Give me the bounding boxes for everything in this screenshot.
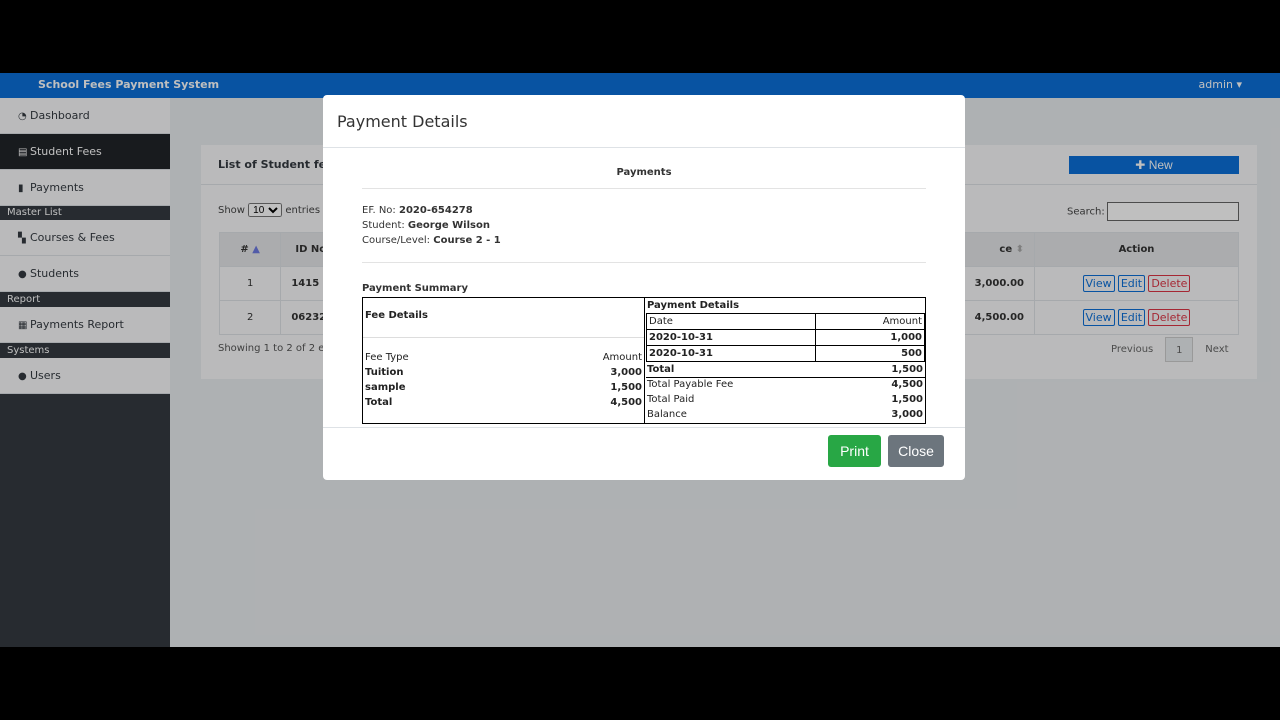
course-level: Course/Level: Course 2 - 1 xyxy=(362,235,501,246)
fee-total-row: Total 4,500 xyxy=(365,397,642,408)
payments-total-row: Total 1,500 xyxy=(646,363,925,378)
close-button[interactable]: Close xyxy=(888,435,944,467)
payment-details-heading: Payment Details xyxy=(647,300,740,311)
ef-number: EF. No: 2020-654278 xyxy=(362,205,473,216)
payment-summary-title: Payment Summary xyxy=(362,283,468,294)
modal-header: Payment Details xyxy=(323,95,965,148)
payment-summary-box: Fee Details Fee Type Amount Tuition 3,000 … xyxy=(362,297,926,424)
fee-header-row: Fee Type Amount xyxy=(365,352,642,363)
payment-row: 2020-10-31 500 xyxy=(645,345,925,362)
modal-body[interactable]: Payments EF. No: 2020-654278 Student: Ge… xyxy=(323,148,965,427)
app-screen: School Fees Payment System admin ▾ ◔ Dash… xyxy=(0,73,1280,647)
modal-title: Payment Details xyxy=(337,112,468,131)
divider xyxy=(362,262,926,263)
fee-row: sample 1,500 xyxy=(365,382,642,393)
total-payable-row: Total Payable Fee 4,500 xyxy=(647,379,923,390)
payments-heading: Payments xyxy=(616,167,672,178)
fee-details-panel: Fee Details Fee Type Amount Tuition 3,000 … xyxy=(363,298,645,423)
divider xyxy=(362,188,926,189)
total-paid-row: Total Paid 1,500 xyxy=(647,394,923,405)
payment-details-modal: Payment Details Payments EF. No: 2020-65… xyxy=(323,95,965,480)
balance-row: Balance 3,000 xyxy=(647,409,923,420)
fee-details-heading: Fee Details xyxy=(365,310,428,321)
divider xyxy=(363,337,644,338)
payments-table: Date Amount 2020-10-31 1,000 2020-10-31 500 xyxy=(645,313,925,362)
student-name: Student: George Wilson xyxy=(362,220,490,231)
payment-details-panel: Payment Details Date Amount 2020-10-31 1,0… xyxy=(645,298,925,423)
payment-row: 2020-10-31 1,000 xyxy=(645,329,925,346)
print-button[interactable]: Print xyxy=(828,435,881,467)
modal-footer: Print Close xyxy=(323,427,965,480)
fee-row: Tuition 3,000 xyxy=(365,367,642,378)
